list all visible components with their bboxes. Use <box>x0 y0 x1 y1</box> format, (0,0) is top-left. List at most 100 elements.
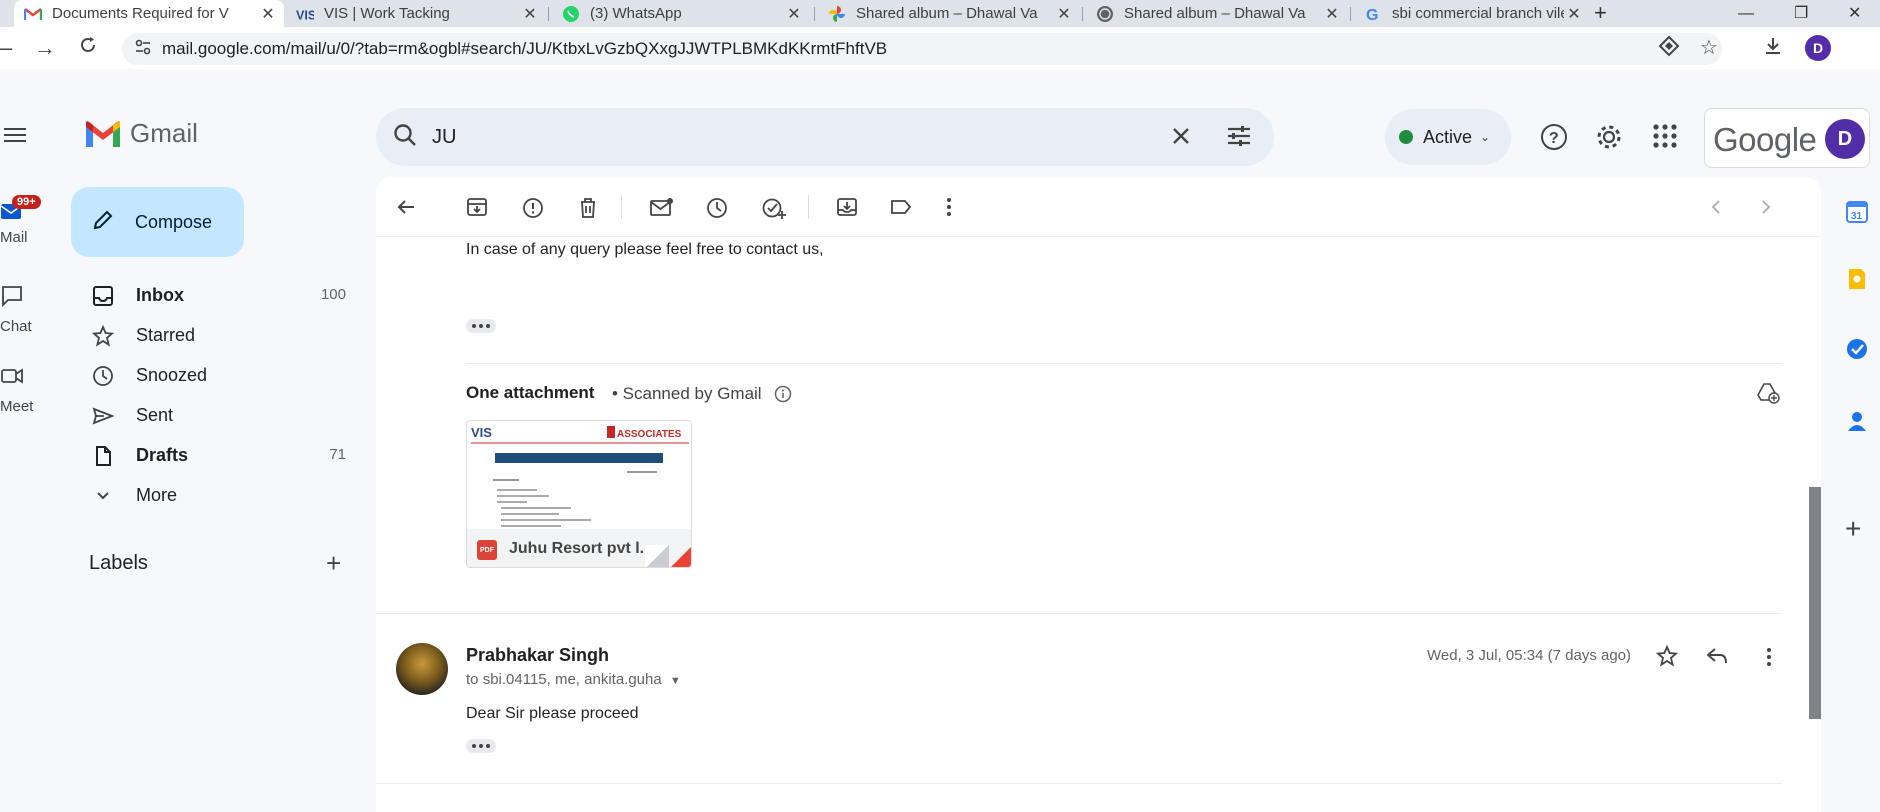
tab-title: (3) WhatsApp <box>590 5 682 22</box>
compose-button[interactable]: Compose <box>71 187 244 257</box>
search-icon[interactable] <box>392 122 418 153</box>
older-conversation-icon[interactable] <box>1760 197 1772 222</box>
close-tab-icon[interactable]: ✕ <box>258 4 278 24</box>
gmail-wordmark: Gmail <box>130 118 198 148</box>
reply-icon[interactable] <box>1706 647 1728 670</box>
close-tab-icon[interactable]: ✕ <box>1054 4 1074 24</box>
google-photos-icon <box>828 5 846 23</box>
rail-mail-label: Mail <box>0 229 28 246</box>
close-tab-icon[interactable]: ✕ <box>1322 4 1342 24</box>
forward-icon[interactable]: → <box>34 35 56 61</box>
nav-label: Drafts <box>136 445 189 465</box>
snooze-icon[interactable] <box>706 197 728 224</box>
add-to-tasks-icon[interactable] <box>762 197 786 224</box>
more-options-icon[interactable] <box>946 197 952 222</box>
browser-tab-whatsapp[interactable]: (3) WhatsApp ✕ <box>552 0 810 27</box>
show-details-icon[interactable]: ▼ <box>670 675 681 687</box>
attachment-filename: Juhu Resort pvt l... <box>509 540 654 557</box>
scrollbar-thumb[interactable] <box>1809 487 1821 719</box>
browser-tab-google-search[interactable]: G sbi commercial branch vile ✕ <box>1354 0 1590 27</box>
contacts-icon[interactable] <box>1845 409 1869 438</box>
show-trimmed-content-button[interactable] <box>466 319 496 333</box>
tab-title: VIS | Work Tacking <box>324 5 450 22</box>
report-spam-icon[interactable] <box>522 197 544 224</box>
close-tab-icon[interactable]: ✕ <box>520 4 540 24</box>
move-to-icon[interactable] <box>836 197 858 222</box>
main-menu-icon[interactable] <box>4 126 26 149</box>
close-tab-icon[interactable]: ✕ <box>784 4 804 24</box>
sender-avatar[interactable] <box>396 643 448 695</box>
nav-count: 100 <box>320 286 346 303</box>
tab-title: Shared album – Dhawal Va <box>1124 5 1306 22</box>
clear-search-icon[interactable] <box>1169 124 1193 153</box>
keep-icon[interactable] <box>1845 267 1869 296</box>
extension-icon[interactable] <box>1658 35 1680 63</box>
nav-item-snoozed[interactable]: Snoozed <box>56 357 356 393</box>
to-prefix: to <box>466 671 479 688</box>
create-label-icon[interactable]: + <box>326 548 341 579</box>
close-tab-icon[interactable]: ✕ <box>1564 4 1584 24</box>
browser-tab-gmail[interactable]: Documents Required for V ✕ <box>14 0 284 27</box>
nav-item-sent[interactable]: Sent <box>56 397 356 433</box>
nav-item-more[interactable]: More <box>56 477 356 513</box>
status-selector[interactable]: Active ⌄ <box>1385 109 1511 165</box>
newer-conversation-icon[interactable] <box>1710 197 1722 222</box>
app-rail: 99+ Mail Chat Meet <box>0 97 56 812</box>
labels-heading: Labels <box>89 552 148 574</box>
info-icon[interactable] <box>774 385 792 408</box>
add-to-drive-icon[interactable] <box>1756 382 1780 409</box>
download-icon[interactable] <box>1762 35 1784 63</box>
nav-item-starred[interactable]: Starred <box>56 317 356 353</box>
nav-label: Starred <box>136 325 196 345</box>
settings-gear-icon[interactable] <box>1595 123 1623 156</box>
browser-tab-vis[interactable]: VIS VIS | Work Tacking ✕ <box>286 0 546 27</box>
browser-tab-photos-2[interactable]: Shared album – Dhawal Va ✕ <box>1086 0 1348 27</box>
sender-name[interactable]: Prabhakar Singh <box>466 645 609 666</box>
message-divider <box>376 613 1782 614</box>
reload-icon[interactable] <box>78 35 98 61</box>
delete-icon[interactable] <box>578 197 598 224</box>
tasks-icon[interactable] <box>1845 337 1869 366</box>
help-icon[interactable]: ? <box>1540 123 1568 156</box>
message-more-icon[interactable] <box>1766 647 1772 672</box>
mail-search-bar <box>376 108 1274 166</box>
search-input[interactable] <box>432 125 1132 149</box>
rail-meet-label: Meet <box>0 398 34 415</box>
site-info-icon[interactable] <box>134 38 154 61</box>
clock-icon <box>92 365 114 387</box>
rail-chat[interactable]: Chat <box>0 285 56 335</box>
address-bar[interactable]: mail.google.com/mail/u/0/?tab=rm&ogbl#se… <box>122 33 1722 65</box>
browser-profile-avatar[interactable]: D <box>1805 35 1831 61</box>
preview-left-logo: VIS <box>471 425 492 440</box>
svg-text:VIS: VIS <box>296 8 314 22</box>
gmail-logo[interactable]: Gmail <box>84 118 198 149</box>
google-wordmark: Google <box>1713 121 1817 158</box>
archive-icon[interactable] <box>466 197 488 222</box>
maximize-button[interactable]: ❐ <box>1794 0 1808 27</box>
attachment-heading: One attachment <box>466 383 595 402</box>
label-icon[interactable] <box>890 197 912 222</box>
rail-mail[interactable]: 99+ Mail <box>0 195 56 255</box>
back-arrow-icon[interactable] <box>396 197 416 222</box>
browser-tab-photos-1[interactable]: Shared album – Dhawal Va ✕ <box>818 0 1080 27</box>
new-tab-button[interactable]: + <box>1594 0 1607 27</box>
get-add-ons-icon[interactable]: + <box>1845 515 1861 543</box>
search-options-icon[interactable] <box>1226 124 1252 153</box>
attachment-card[interactable]: VIS ASSOCIATES PDF Juhu Resort pvt l... <box>466 420 692 568</box>
apps-grid-icon[interactable] <box>1652 123 1678 154</box>
close-window-button[interactable]: ✕ <box>1848 0 1861 27</box>
minimize-button[interactable]: — <box>1738 0 1754 27</box>
bookmark-star-icon[interactable]: ☆ <box>1700 35 1718 60</box>
star-message-icon[interactable] <box>1655 644 1679 672</box>
rail-meet[interactable]: Meet <box>0 365 56 415</box>
url-text: mail.google.com/mail/u/0/?tab=rm&ogbl#se… <box>162 39 888 58</box>
message-body: Dear Sir please proceed <box>466 705 639 722</box>
recipients-line[interactable]: to sbi.04115, me, ankita.guha ▼ <box>466 671 681 688</box>
back-icon[interactable]: – <box>0 35 12 61</box>
nav-item-inbox[interactable]: Inbox 100 <box>56 277 356 313</box>
chevron-down-icon <box>92 485 114 507</box>
nav-item-drafts[interactable]: Drafts 71 <box>56 437 356 473</box>
calendar-icon[interactable]: 31 <box>1845 200 1869 229</box>
mark-unread-icon[interactable] <box>650 197 674 222</box>
show-trimmed-content-button[interactable] <box>466 739 496 753</box>
